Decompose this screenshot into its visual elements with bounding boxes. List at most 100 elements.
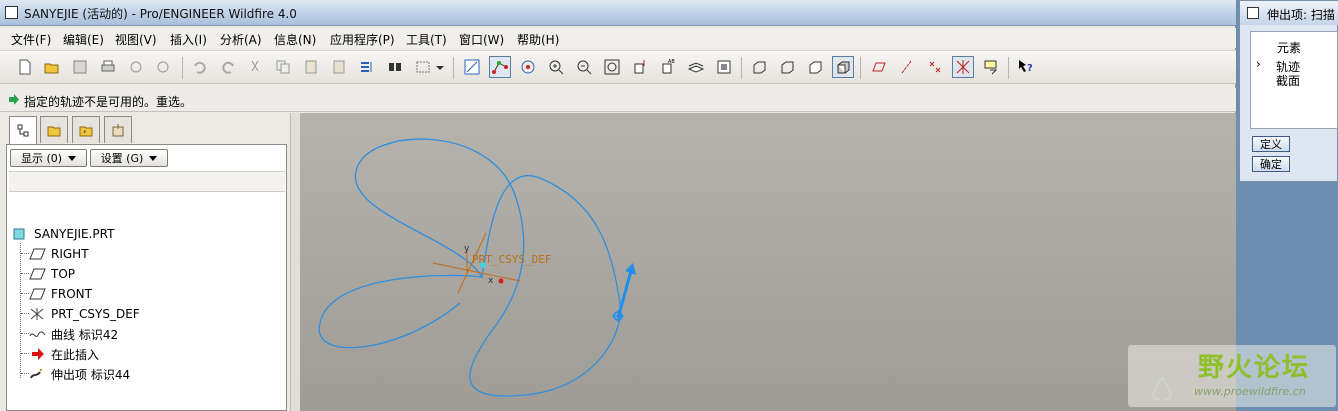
new-file-icon[interactable] [14, 56, 36, 78]
sweep-protrusion-icon [30, 368, 43, 379]
menu-applications[interactable]: 应用程序(P) [330, 31, 395, 48]
menu-view[interactable]: 视图(V) [115, 31, 157, 48]
chevron-down-icon [149, 155, 158, 161]
show-dropdown-button[interactable]: 显示 (0) [10, 149, 87, 167]
element-section[interactable]: 截面 [1276, 72, 1300, 89]
tree-item-part[interactable]: SANYEJIE.PRT [12, 225, 114, 243]
email-link-icon[interactable] [152, 56, 174, 78]
tree-item-protrusion[interactable]: 伸出项 标识44 [29, 365, 130, 383]
model-navigator: * 显示 (0) 设置 (G) SANYEJIE.PRT RIGHT TOP F… [0, 113, 290, 411]
navigator-splitter[interactable] [290, 113, 300, 411]
forum-watermark: 野火论坛 www.proewildfire.cn [1128, 345, 1336, 407]
datum-plane-icon [29, 248, 46, 260]
menu-insert[interactable]: 插入(I) [170, 31, 207, 48]
tree-item-insert-here[interactable]: 在此插入 [29, 345, 99, 363]
folder-browser-icon [47, 126, 61, 137]
menu-analysis[interactable]: 分析(A) [220, 31, 262, 48]
current-element-marker: › [1256, 57, 1261, 71]
zoom-out-icon[interactable] [573, 56, 595, 78]
axis-y-label: y [464, 244, 470, 254]
menu-edit[interactable]: 编辑(E) [63, 31, 104, 48]
refit-icon[interactable] [601, 56, 623, 78]
graphics-canvas: PRT_CSYS_DEF y x [318, 138, 636, 397]
datum-point-display-icon[interactable] [924, 56, 946, 78]
tree-item-label: 曲线 标识42 [51, 327, 119, 342]
tree-item-label: TOP [51, 267, 76, 281]
annotation-display-icon[interactable] [980, 56, 1002, 78]
find-icon[interactable] [384, 56, 406, 78]
paste-special-icon[interactable] [328, 56, 350, 78]
menu-help[interactable]: 帮助(H) [517, 31, 559, 48]
datum-axis-display-icon[interactable] [896, 56, 918, 78]
paste-icon[interactable] [300, 56, 322, 78]
email-icon[interactable] [125, 56, 147, 78]
sketch-icon[interactable] [461, 56, 483, 78]
datum-plane-icon [29, 288, 46, 300]
main-toolbar: AB ? [0, 50, 1236, 84]
select-box-icon[interactable] [412, 56, 434, 78]
dialog-title-bar: 伸出项: 扫描 [1240, 1, 1338, 25]
zoom-in-icon[interactable] [545, 56, 567, 78]
tree-item-csys[interactable]: PRT_CSYS_DEF [29, 305, 140, 323]
undo-icon[interactable] [189, 56, 211, 78]
csys-label: PRT_CSYS_DEF [472, 253, 551, 266]
copy-icon[interactable] [272, 56, 294, 78]
context-help-icon[interactable]: ? [1015, 56, 1037, 78]
datum-plane-icon [29, 268, 46, 280]
tree-item-label: RIGHT [51, 247, 89, 261]
select-dropdown-icon[interactable] [434, 56, 446, 78]
app-window-icon [5, 6, 18, 19]
open-folder-icon[interactable] [41, 56, 63, 78]
cut-icon[interactable] [244, 56, 266, 78]
ok-button[interactable]: 确定 [1252, 156, 1290, 172]
menu-file[interactable]: 文件(F) [11, 31, 51, 48]
curve-icon [29, 331, 46, 337]
tree-item-top[interactable]: TOP [29, 265, 75, 283]
save-icon[interactable] [69, 56, 91, 78]
sketch-curve-icon[interactable] [489, 56, 511, 78]
svg-text:AB: AB [668, 59, 675, 65]
tree-item-front[interactable]: FRONT [29, 285, 92, 303]
tab-folder-browser[interactable] [40, 116, 68, 143]
datum-plane-display-icon[interactable] [868, 56, 890, 78]
graphics-window[interactable]: PRT_CSYS_DEF y x [300, 113, 1236, 411]
main-window: SANYEJIE (活动的) - Pro/ENGINEER Wildfire 4… [0, 0, 1236, 411]
svg-text:*: * [83, 129, 87, 137]
insert-here-arrow-icon [32, 348, 44, 360]
hidden-line-icon[interactable] [776, 56, 798, 78]
no-hidden-icon[interactable] [804, 56, 826, 78]
tree-item-label: 伸出项 标识44 [51, 367, 131, 382]
menu-window[interactable]: 窗口(W) [459, 31, 504, 48]
regenerate-icon[interactable] [356, 56, 378, 78]
title-bar: SANYEJIE (活动的) - Pro/ENGINEER Wildfire 4… [0, 0, 1236, 26]
reorient-icon[interactable] [629, 56, 651, 78]
view-manager-icon[interactable] [713, 56, 735, 78]
tree-item-label: PRT_CSYS_DEF [51, 307, 140, 321]
define-button[interactable]: 定义 [1252, 136, 1290, 152]
model-tree-icon [17, 124, 29, 137]
message-area: 指定的轨迹不是可用的。重选。 [0, 88, 1236, 112]
redo-icon[interactable] [217, 56, 239, 78]
show-button-label: 显示 (0) [20, 152, 63, 165]
saved-views-icon[interactable]: AB [657, 56, 679, 78]
print-icon[interactable] [97, 56, 119, 78]
menu-info[interactable]: 信息(N) [274, 31, 316, 48]
tab-connections[interactable] [104, 116, 132, 143]
favorites-icon: * [79, 126, 93, 137]
chevron-down-icon [68, 155, 77, 161]
layers-icon[interactable] [685, 56, 707, 78]
shading-icon[interactable] [832, 56, 854, 78]
tab-favorites[interactable]: * [72, 116, 100, 143]
wireframe-icon[interactable] [748, 56, 770, 78]
direction-arrow-icon[interactable] [612, 263, 636, 322]
tab-model-tree[interactable] [9, 116, 37, 145]
start-point-marker [498, 278, 504, 284]
csys-display-icon[interactable] [952, 56, 974, 78]
settings-dropdown-button[interactable]: 设置 (G) [90, 149, 168, 167]
menu-tools[interactable]: 工具(T) [406, 31, 447, 48]
tree-item-curve[interactable]: 曲线 标识42 [29, 325, 118, 343]
svg-text:?: ? [1027, 63, 1033, 74]
menu-bar: 文件(F) 编辑(E) 视图(V) 插入(I) 分析(A) 信息(N) 应用程序… [0, 28, 1236, 48]
spin-center-icon[interactable] [517, 56, 539, 78]
tree-item-right[interactable]: RIGHT [29, 245, 89, 263]
